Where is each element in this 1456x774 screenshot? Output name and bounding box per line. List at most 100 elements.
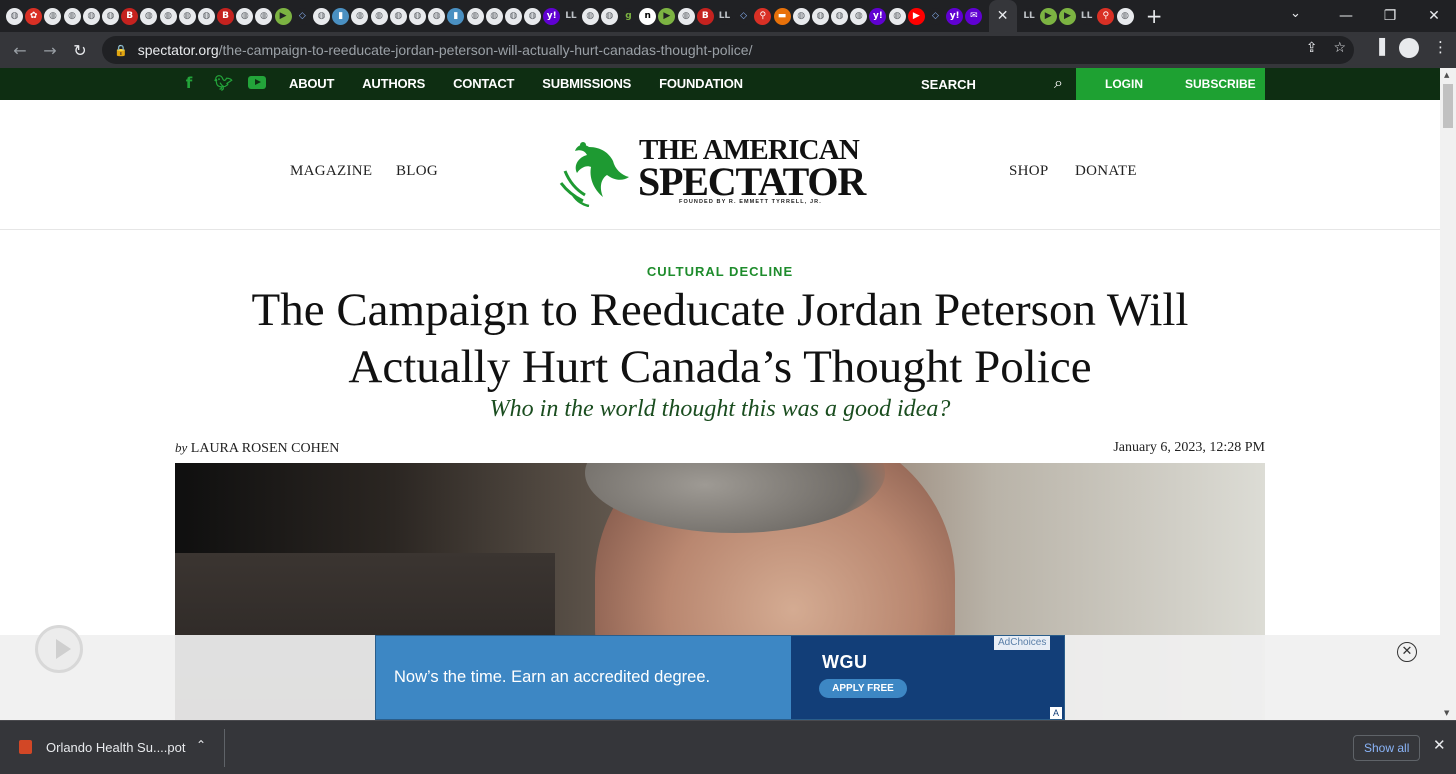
forward-button[interactable]: →	[35, 41, 65, 60]
tab-favicon-globe-icon[interactable]: ◍	[524, 7, 542, 25]
facebook-icon[interactable]: f	[180, 74, 198, 92]
tab-favicon-globe-icon[interactable]: ◍	[236, 7, 254, 25]
tab-search-button[interactable]: ⌄	[1290, 6, 1301, 21]
ad-close-button[interactable]: ✕	[1397, 642, 1417, 662]
tab-favicon-globe-icon[interactable]: ◍	[850, 7, 868, 25]
tab-favicon-globe-icon[interactable]: ◍	[140, 7, 158, 25]
tab-favicon-globe-icon[interactable]: ◍	[101, 7, 119, 25]
tab-favicon-globe-icon[interactable]: ◍	[485, 7, 503, 25]
maximize-button[interactable]: ❐	[1368, 8, 1412, 24]
tab-favicon-b-logo-icon[interactable]: B	[696, 7, 714, 25]
tab-favicon-red-flower-icon[interactable]: ✿	[25, 7, 43, 25]
tab-favicon-globe-icon[interactable]: ◍	[82, 7, 100, 25]
tab-favicon-globe-icon[interactable]: ◍	[888, 7, 906, 25]
reload-button[interactable]: ↻	[65, 41, 95, 60]
tab-favicon-ll-icon[interactable]: LL	[1020, 7, 1038, 25]
tab-favicon-globe-icon[interactable]: ◍	[197, 7, 215, 25]
tab-favicon-video-icon[interactable]: ▮	[332, 7, 350, 25]
masthead-link-blog[interactable]: BLOG	[396, 163, 438, 180]
new-tab-button[interactable]: +	[1146, 4, 1163, 28]
tab-favicon-globe-icon[interactable]: ◍	[1116, 7, 1134, 25]
tab-favicon-globe-icon[interactable]: ◍	[466, 7, 484, 25]
tab-favicon-purple-envelope-icon[interactable]: ✉	[965, 7, 983, 25]
ad-text[interactable]: Now’s the time. Earn an accredited degre…	[394, 668, 710, 687]
tab-favicon-globe-icon[interactable]: ◍	[370, 7, 388, 25]
article-category[interactable]: CULTURAL DECLINE	[0, 264, 1440, 279]
scroll-thumb[interactable]	[1443, 84, 1453, 128]
back-button[interactable]: ←	[5, 41, 35, 60]
tab-favicon-ll-icon[interactable]: LL	[715, 7, 733, 25]
tab-favicon-b-logo-icon[interactable]: B	[121, 7, 139, 25]
adchoices-label[interactable]: AdChoices	[994, 636, 1051, 650]
subscribe-button[interactable]: SUBSCRIBE	[1185, 77, 1256, 91]
masthead-link-donate[interactable]: DONATE	[1075, 163, 1137, 180]
tab-favicon-globe-icon[interactable]: ◍	[159, 7, 177, 25]
tab-favicon-globe-icon[interactable]: ◍	[6, 7, 23, 25]
masthead-link-shop[interactable]: SHOP	[1009, 163, 1049, 180]
masthead-link-magazine[interactable]: MAGAZINE	[290, 163, 372, 180]
tab-favicon-yahoo-icon[interactable]: y!	[869, 7, 887, 25]
tab-favicon-b-logo-icon[interactable]: B	[217, 7, 235, 25]
nav-about[interactable]: ABOUT	[289, 76, 334, 91]
nav-submissions[interactable]: SUBMISSIONS	[542, 76, 631, 91]
tab-favicon-youtube-icon[interactable]: ▶	[907, 7, 925, 25]
tab-favicon-play-icon[interactable]: ▶	[658, 7, 676, 25]
tab-favicon-play-icon[interactable]: ▶	[1058, 7, 1076, 25]
tab-favicon-globe-icon[interactable]: ◍	[811, 7, 829, 25]
tab-favicon-orange-bookmark-icon[interactable]: ▬	[773, 7, 791, 25]
tab-favicon-globe-icon[interactable]: ◍	[389, 7, 407, 25]
youtube-icon[interactable]	[248, 76, 266, 89]
ad-banner[interactable]: Now’s the time. Earn an accredited degre…	[375, 635, 1065, 720]
search-icon[interactable]: ⌕	[1054, 73, 1063, 93]
tab-favicon-g-icon[interactable]: g	[620, 7, 637, 25]
search-input[interactable]: SEARCH	[921, 77, 976, 92]
tab-favicon-globe-icon[interactable]: ◍	[351, 7, 369, 25]
powerpoint-file-icon[interactable]	[19, 740, 32, 754]
scroll-down-arrow[interactable]: ▼	[1444, 709, 1449, 717]
tab-favicon-globe-icon[interactable]: ◍	[44, 7, 62, 25]
active-tab-close-icon[interactable]: ✕	[988, 0, 1017, 32]
scroll-up-arrow[interactable]: ▲	[1444, 71, 1449, 79]
page-scrollbar[interactable]: ▲ ▼	[1440, 68, 1456, 720]
tab-favicon-globe-icon[interactable]: ◍	[255, 7, 273, 25]
tab-favicon-ll-icon[interactable]: LL	[562, 7, 580, 25]
tab-favicon-globe-icon[interactable]: ◍	[178, 7, 196, 25]
video-play-button[interactable]	[35, 625, 83, 673]
tab-favicon-red-pin-icon[interactable]: ⚲	[1097, 7, 1115, 25]
twitter-icon[interactable]: 🐦︎	[214, 74, 233, 92]
tab-favicon-red-pin-icon[interactable]: ⚲	[754, 7, 772, 25]
close-window-button[interactable]: ✕	[1412, 8, 1456, 24]
nav-contact[interactable]: CONTACT	[453, 76, 514, 91]
tab-favicon-n-icon[interactable]: n	[639, 7, 657, 25]
chevron-up-icon[interactable]: ⌃	[196, 738, 206, 752]
nav-foundation[interactable]: FOUNDATION	[659, 76, 743, 91]
tab-favicon-shield-icon[interactable]: ◇	[927, 7, 944, 25]
profile-icon[interactable]	[1399, 38, 1419, 58]
author-link[interactable]: LAURA ROSEN COHEN	[191, 441, 340, 456]
close-download-bar-icon[interactable]: ✕	[1433, 736, 1446, 754]
tab-favicon-shield-icon[interactable]: ◇	[293, 7, 311, 25]
tab-favicon-globe-icon[interactable]: ◍	[831, 7, 849, 25]
nav-authors[interactable]: AUTHORS	[362, 76, 425, 91]
show-all-downloads-button[interactable]: Show all	[1353, 735, 1421, 761]
tab-favicon-globe-icon[interactable]: ◍	[504, 7, 522, 25]
tab-favicon-yahoo-icon[interactable]: y!	[543, 7, 561, 25]
tab-favicon-yahoo-icon[interactable]: y!	[946, 7, 964, 25]
tab-favicon-globe-icon[interactable]: ◍	[63, 7, 81, 25]
download-file-name[interactable]: Orlando Health Su....pot	[46, 740, 185, 755]
tab-favicon-globe-icon[interactable]: ◍	[600, 7, 618, 25]
tab-favicon-ll-icon[interactable]: LL	[1078, 7, 1096, 25]
tab-favicon-globe-icon[interactable]: ◍	[581, 7, 599, 25]
address-bar[interactable]: 🔒 spectator.org/the-campaign-to-reeducat…	[102, 36, 1354, 64]
tab-favicon-video-icon[interactable]: ▮	[447, 7, 465, 25]
tab-favicon-play-icon[interactable]: ▶	[274, 7, 292, 25]
ad-brand-logo[interactable]: WGU	[822, 652, 868, 673]
minimize-button[interactable]: —	[1324, 8, 1368, 24]
logo-line-2[interactable]: SPECTATOR	[638, 158, 866, 205]
tab-favicon-globe-icon[interactable]: ◍	[408, 7, 426, 25]
tab-favicon-globe-icon[interactable]: ◍	[428, 7, 446, 25]
side-panel-icon[interactable]: ▐	[1373, 38, 1385, 58]
ad-info-icon[interactable]: A	[1050, 707, 1062, 719]
tab-favicon-shield-icon[interactable]: ◇	[735, 7, 753, 25]
share-icon[interactable]: ⇪	[1306, 40, 1318, 56]
